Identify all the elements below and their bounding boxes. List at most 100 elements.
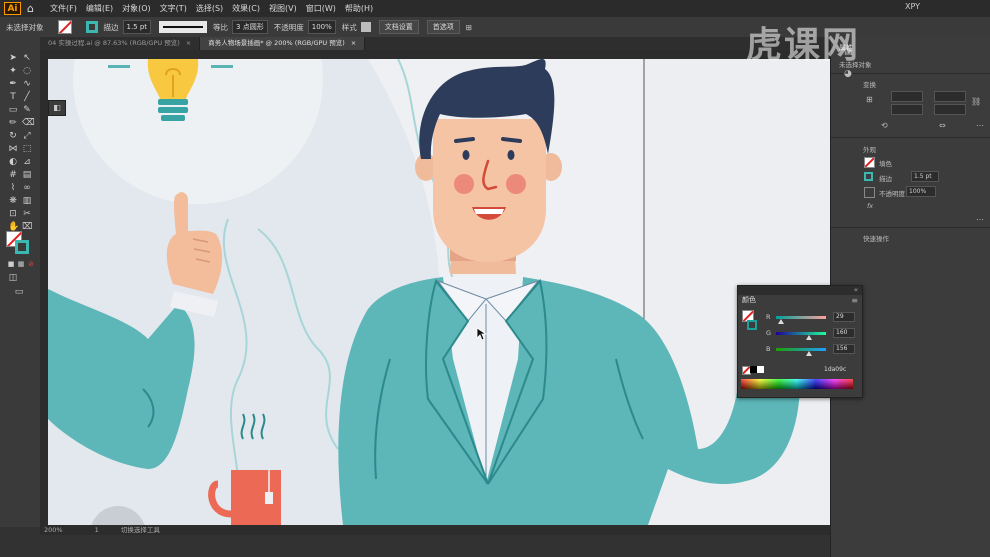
color-panel-tab[interactable]: 颜色	[738, 295, 760, 306]
selection-tool-icon[interactable]: ➤	[8, 53, 18, 63]
eraser2-icon[interactable]: ⌧	[22, 222, 32, 232]
opacity-panel-field[interactable]: 100%	[906, 186, 936, 197]
collapse-icon[interactable]: «	[854, 286, 858, 294]
draw-mode-icon[interactable]: ◫	[8, 273, 18, 283]
preferences-button[interactable]: 首选项	[426, 20, 460, 34]
w-field[interactable]	[891, 104, 923, 115]
channel-g-slider[interactable]	[776, 332, 826, 335]
stroke-swatch-color[interactable]	[747, 320, 757, 330]
stroke-profile[interactable]: 等比	[213, 22, 228, 33]
line-tool-icon[interactable]: ╱	[22, 92, 32, 102]
channel-r-knob[interactable]	[778, 319, 784, 324]
fill-swatch[interactable]	[57, 20, 72, 34]
channel-b-knob[interactable]	[806, 351, 812, 356]
stroke-swatch-panel[interactable]	[864, 172, 873, 181]
menu-type[interactable]: 文字(T)	[160, 3, 187, 14]
magic-wand-icon[interactable]: ✦	[8, 66, 18, 76]
hex-value[interactable]: 1da09c	[824, 366, 846, 373]
link-icon[interactable]: ⛓	[971, 97, 981, 106]
white-swatch[interactable]	[757, 366, 764, 373]
slice-tool-icon[interactable]: ✂	[22, 209, 32, 219]
opacity-field[interactable]: 100%	[307, 20, 336, 34]
scale-tool-icon[interactable]: ⤢	[22, 131, 32, 141]
channel-g-knob[interactable]	[806, 335, 812, 340]
h-field[interactable]	[934, 104, 966, 115]
screen-mode-icon[interactable]: ▭	[14, 287, 24, 297]
blend-tool-icon[interactable]: ∞	[22, 183, 32, 193]
rectangle-tool-icon[interactable]: ▭	[8, 105, 18, 115]
more-options-icon[interactable]: ⋯	[976, 121, 984, 130]
channel-b-slider[interactable]	[776, 348, 826, 351]
rotate-tool-icon[interactable]: ↻	[8, 131, 18, 141]
ruler-vertical[interactable]	[40, 50, 48, 525]
reference-point-icon[interactable]: ⊞	[866, 95, 873, 104]
arrange-icon[interactable]: ⊞	[466, 23, 472, 32]
channel-g-value[interactable]: 160	[833, 328, 855, 338]
direct-selection-tool-icon[interactable]: ↖	[22, 53, 32, 63]
tab-document-1[interactable]: 04 实操过程.ai @ 87.63% (RGB/GPU 预览) ×	[40, 37, 201, 50]
menu-file[interactable]: 文件(F)	[50, 3, 77, 14]
close-icon[interactable]: ×	[186, 39, 191, 47]
stroke-swatch[interactable]	[85, 21, 98, 33]
page-number[interactable]: 1	[95, 526, 99, 534]
curvature-tool-icon[interactable]: ∿	[22, 79, 32, 89]
menu-object[interactable]: 对象(O)	[122, 3, 151, 14]
stroke-profile-preview[interactable]	[159, 21, 208, 33]
menu-window[interactable]: 窗口(W)	[306, 3, 336, 14]
free-transform-icon[interactable]: ⬚	[22, 144, 32, 154]
symbol-sprayer-icon[interactable]: ❋	[8, 196, 18, 206]
artboard-tool-icon[interactable]: ⊡	[8, 209, 18, 219]
color-spectrum[interactable]	[741, 379, 853, 389]
x-field[interactable]	[891, 91, 923, 102]
none-mode-icon[interactable]: ⊘	[26, 259, 36, 269]
home-icon[interactable]: ⌂	[27, 2, 41, 16]
paintbrush-icon[interactable]: ✎	[22, 105, 32, 115]
panel-menu-icon[interactable]: ≡	[851, 296, 858, 305]
perspective-icon[interactable]: ⊿	[22, 157, 32, 167]
stroke-weight-field[interactable]: 1.5 pt	[122, 20, 152, 34]
tab-document-2[interactable]: 商务人物场景插画* @ 200% (RGB/GPU 预览) ×	[200, 37, 366, 50]
gradient-mode-icon[interactable]: ▦	[16, 259, 26, 269]
style-swatch[interactable]	[360, 22, 371, 32]
gradient-tool-icon[interactable]: ▤	[22, 170, 32, 180]
color-mode-icon[interactable]: ■	[6, 259, 16, 269]
menu-view[interactable]: 视图(V)	[269, 3, 297, 14]
eyedropper-icon[interactable]: ⌇	[8, 183, 18, 193]
menu-select[interactable]: 选择(S)	[196, 3, 223, 14]
doc-setup-button[interactable]: 文档设置	[378, 20, 419, 34]
brush-field[interactable]: 3 点圆形	[232, 20, 268, 34]
fill-swatch-panel[interactable]	[864, 157, 875, 168]
user-name[interactable]: XPY	[905, 2, 920, 11]
canvas[interactable]	[48, 59, 830, 525]
flip-icon[interactable]: ⇔	[939, 121, 946, 130]
libraries-icon[interactable]: ◕	[844, 69, 852, 79]
shape-builder-icon[interactable]: ◐	[8, 157, 18, 167]
fx-icon[interactable]: fx	[867, 202, 873, 210]
close-icon[interactable]: ×	[351, 39, 356, 47]
type-tool-icon[interactable]: T	[8, 92, 18, 102]
channel-b-value[interactable]: 156	[833, 344, 855, 354]
color-panel-header[interactable]: «	[738, 286, 862, 295]
lasso-icon[interactable]: ◌	[22, 66, 32, 76]
more-options-icon-2[interactable]: ⋯	[976, 215, 984, 224]
channel-r-value[interactable]: 29	[833, 312, 855, 322]
pen-tool-icon[interactable]: ✒	[8, 79, 18, 89]
layers-icon[interactable]: ◧	[48, 100, 66, 116]
mesh-tool-icon[interactable]: #	[8, 170, 18, 180]
pencil-tool-icon[interactable]: ✏	[8, 118, 18, 128]
eraser-icon[interactable]: ⌫	[22, 118, 35, 128]
menu-help[interactable]: 帮助(H)	[345, 3, 373, 14]
stroke-weight-panel[interactable]: 1.5 pt	[911, 171, 939, 182]
y-field[interactable]	[934, 91, 966, 102]
artwork-illustration[interactable]	[48, 59, 830, 525]
width-tool-icon[interactable]: ⋈	[8, 144, 18, 154]
channel-r-label: R	[766, 313, 771, 321]
zoom-level[interactable]: 200%	[44, 526, 63, 534]
menu-effect[interactable]: 效果(C)	[232, 3, 260, 14]
black-swatch[interactable]	[750, 366, 757, 373]
rotate-icon[interactable]: ⟲	[881, 121, 888, 130]
stroke-color-icon[interactable]	[15, 240, 29, 254]
graph-tool-icon[interactable]: ▥	[22, 196, 32, 206]
opacity-checkbox[interactable]	[864, 187, 875, 198]
menu-edit[interactable]: 编辑(E)	[86, 3, 113, 14]
